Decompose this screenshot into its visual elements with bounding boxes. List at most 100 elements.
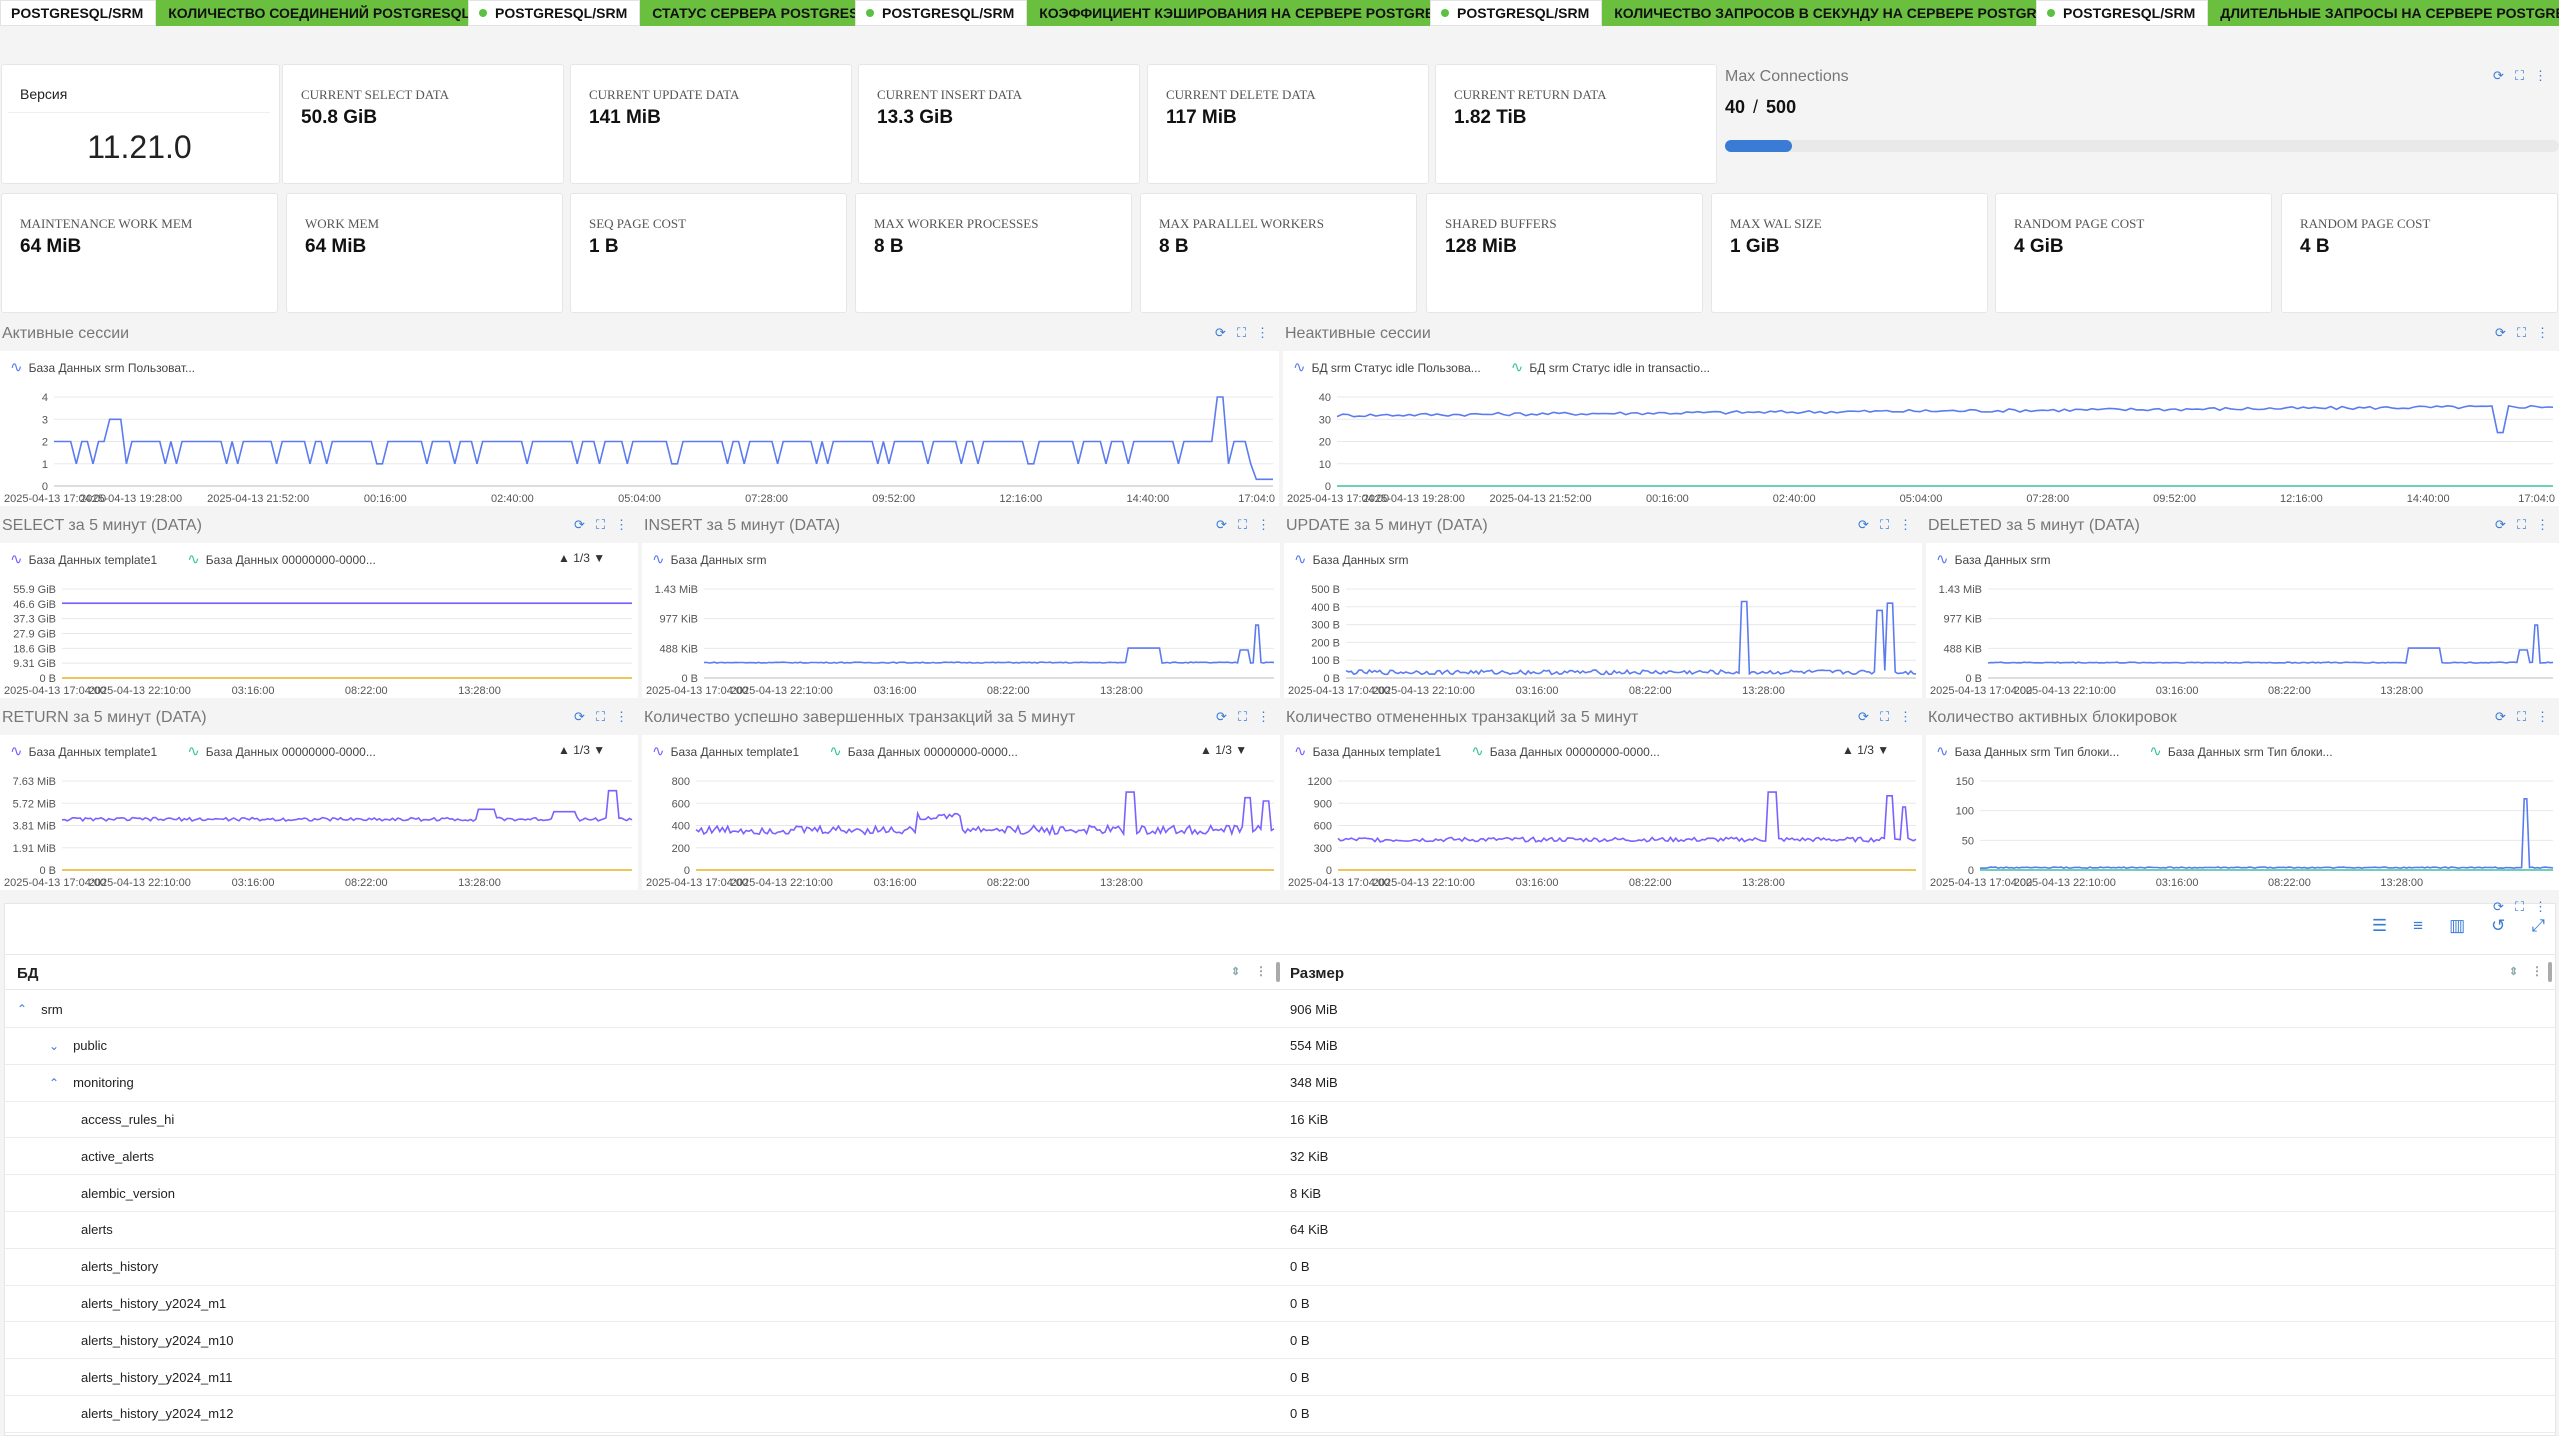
panel-toolbar: ⟳ ⛶ ⋮ xyxy=(1857,518,1912,532)
refresh-icon[interactable]: ⟳ xyxy=(1857,518,1870,532)
fullscreen-icon[interactable]: ⛶ xyxy=(2513,900,2526,914)
more-icon[interactable]: ⋮ xyxy=(1257,518,1270,532)
refresh-icon[interactable]: ⟳ xyxy=(573,710,586,724)
more-icon[interactable]: ⋮ xyxy=(1899,518,1912,532)
more-icon[interactable]: ⋮ xyxy=(1257,710,1270,724)
size-value: 554 MiB xyxy=(1290,1038,1338,1054)
tag-server-status[interactable]: POSTGRESQL/SRM СТАТУС СЕРВЕРА POSTGRESQL xyxy=(468,0,890,26)
table-row[interactable]: alerts_history_y2024_m10 0 B xyxy=(5,1322,2555,1360)
table-row[interactable]: alembic_version 8 KiB xyxy=(5,1175,2555,1212)
db-size-table: ⟳ ⛶ ⋮ ☰ ≡ ▥ ↺ ⤢ БД ⇕ ⋮ Размер ⇕ ⋮ ⌃ srm 906 … xyxy=(4,900,2556,1436)
table-row[interactable]: alerts_history_y2024_m11 0 B xyxy=(5,1359,2555,1396)
table-row[interactable]: alerts_history_y2024_m1 0 B xyxy=(5,1285,2555,1323)
tag-long-queries[interactable]: POSTGRESQL/SRM ДЛИТЕЛЬНЫЕ ЗАПРОСЫ НА СЕР… xyxy=(2036,0,2559,26)
x-tick-label: 08:22:00 xyxy=(1629,877,1672,889)
fullscreen-icon[interactable]: ⛶ xyxy=(2513,69,2526,83)
more-icon[interactable]: ⋮ xyxy=(1256,326,1269,340)
tag-source-label: POSTGRESQL/SRM xyxy=(2063,5,2196,21)
refresh-icon[interactable]: ⟳ xyxy=(2494,518,2507,532)
sort-icon[interactable]: ⇕ xyxy=(2509,965,2518,978)
refresh-icon[interactable]: ⟳ xyxy=(1857,710,1870,724)
column-resize-handle[interactable] xyxy=(2548,962,2552,982)
table-row[interactable]: access_rules_hi 16 KiB xyxy=(5,1101,2555,1139)
align-icon[interactable]: ≡ xyxy=(2413,916,2423,936)
size-value: 0 B xyxy=(1290,1406,1310,1422)
more-icon[interactable]: ⋮ xyxy=(2534,900,2547,914)
x-tick-label: 08:22:00 xyxy=(987,877,1030,889)
panel-toolbar: ⟳ ⛶ ⋮ xyxy=(2492,900,2547,914)
refresh-icon[interactable]: ⟳ xyxy=(1215,710,1228,724)
more-icon[interactable]: ⋮ xyxy=(2534,69,2547,83)
fullscreen-icon[interactable]: ⛶ xyxy=(1236,710,1249,724)
column-menu-icon[interactable]: ⋮ xyxy=(2531,964,2543,978)
more-icon[interactable]: ⋮ xyxy=(2536,518,2549,532)
table-row[interactable]: alerts 64 KiB xyxy=(5,1212,2555,1249)
column-db[interactable]: БД xyxy=(17,955,38,991)
refresh-icon[interactable]: ⟳ xyxy=(573,518,586,532)
more-icon[interactable]: ⋮ xyxy=(2536,326,2549,340)
chart-body: ∿ БД srm Статус idle Пользова... ∿ БД srm С… xyxy=(1283,351,2559,506)
y-tick-label: 600 xyxy=(672,798,690,810)
table-row[interactable]: alerts_history_y2024_m12 0 B xyxy=(5,1396,2555,1433)
reset-icon[interactable]: ↺ xyxy=(2491,916,2505,936)
panel-title: Количество отмененных транзакций за 5 ми… xyxy=(1286,709,1639,726)
chart-svg: 1501005002025-04-13 17:04:002025-04-13 2… xyxy=(1930,776,2554,889)
more-icon[interactable]: ⋮ xyxy=(1899,710,1912,724)
chevron-up-icon[interactable]: ⌃ xyxy=(17,1002,27,1016)
refresh-icon[interactable]: ⟳ xyxy=(1215,518,1228,532)
table-row[interactable]: alerts_history 0 B xyxy=(5,1249,2555,1286)
size-value: 0 B xyxy=(1290,1369,1310,1385)
refresh-icon[interactable]: ⟳ xyxy=(2494,710,2507,724)
table-row[interactable]: ⌃ srm 906 MiB xyxy=(5,991,2555,1028)
y-tick-label: 977 KiB xyxy=(659,614,698,626)
x-tick-label: 08:22:00 xyxy=(2268,685,2311,697)
row-height-icon[interactable]: ☰ xyxy=(2372,916,2387,936)
tag-cache-ratio[interactable]: POSTGRESQL/SRM КОЭФФИЦИЕНТ КЭШИРОВАНИЯ Н… xyxy=(855,0,1476,26)
more-icon[interactable]: ⋮ xyxy=(615,518,628,532)
x-tick-label: 03:16:00 xyxy=(1516,685,1559,697)
fullscreen-icon[interactable]: ⛶ xyxy=(1878,518,1891,532)
stat-label: CURRENT DELETE DATA xyxy=(1166,87,1316,102)
x-tick-label: 2025-04-13 22:10:00 xyxy=(89,877,191,889)
fullscreen-icon[interactable]: ⛶ xyxy=(594,710,607,724)
y-tick-label: 1 xyxy=(42,459,48,471)
more-icon[interactable]: ⋮ xyxy=(615,710,628,724)
column-resize-handle[interactable] xyxy=(1276,962,1280,982)
refresh-icon[interactable]: ⟳ xyxy=(1214,326,1227,340)
table-row[interactable]: ⌃ monitoring 348 MiB xyxy=(5,1065,2555,1102)
fullscreen-icon[interactable]: ⛶ xyxy=(1878,710,1891,724)
tag-metric: ДЛИТЕЛЬНЫЕ ЗАПРОСЫ НА СЕРВЕРЕ POSTGRESQL xyxy=(2208,0,2559,26)
table-row[interactable]: active_alerts 32 KiB xyxy=(5,1138,2555,1176)
refresh-icon[interactable]: ⟳ xyxy=(2494,326,2507,340)
tag-qps[interactable]: POSTGRESQL/SRM КОЛИЧЕСТВО ЗАПРОСОВ В СЕК… xyxy=(1430,0,2087,26)
fullscreen-icon[interactable]: ⛶ xyxy=(594,518,607,532)
chart-panel: SELECT за 5 минут (DATA) ⟳ ⛶ ⋮ ∿ База Данных … xyxy=(0,512,638,698)
tag-connections[interactable]: POSTGRESQL/SRM КОЛИЧЕСТВО СОЕДИНЕНИЙ POS… xyxy=(0,0,483,26)
fullscreen-icon[interactable]: ⛶ xyxy=(1235,326,1248,340)
fullscreen-icon[interactable]: ⛶ xyxy=(1236,518,1249,532)
chevron-up-icon[interactable]: ⌃ xyxy=(49,1076,59,1090)
expand-icon[interactable]: ⤢ xyxy=(2531,916,2545,936)
fullscreen-icon[interactable]: ⛶ xyxy=(2515,518,2528,532)
chart-svg: 120090060030002025-04-13 17:04:002025-04… xyxy=(1288,776,1917,889)
connections-separator: / xyxy=(1753,97,1759,117)
column-size[interactable]: Размер xyxy=(1290,955,1344,991)
chevron-down-icon[interactable]: ⌄ xyxy=(49,1039,59,1053)
x-tick-label: 05:04:00 xyxy=(618,493,661,505)
stat-card-shared-buffers: SHARED BUFFERS 128 MiB xyxy=(1426,193,1703,313)
refresh-icon[interactable]: ⟳ xyxy=(2492,900,2505,914)
y-tick-label: 0 xyxy=(1325,481,1331,493)
chart-svg: 1.43 MiB977 KiB488 KiB0 B2025-04-13 17:0… xyxy=(1930,584,2554,697)
stat-card-random-page-cost-2: RANDOM PAGE COST 4 B xyxy=(2281,193,2558,313)
column-menu-icon[interactable]: ⋮ xyxy=(1255,964,1267,978)
refresh-icon[interactable]: ⟳ xyxy=(2492,69,2505,83)
more-icon[interactable]: ⋮ xyxy=(2536,710,2549,724)
table-row[interactable]: ⌄ public 554 MiB xyxy=(5,1028,2555,1065)
sort-icon[interactable]: ⇕ xyxy=(1231,965,1240,978)
fullscreen-icon[interactable]: ⛶ xyxy=(2515,326,2528,340)
chart-panel: Количество успешно завершенных транзакци… xyxy=(642,704,1280,890)
columns-icon[interactable]: ▥ xyxy=(2449,916,2465,936)
x-tick-label: 2025-04-13 22:10:00 xyxy=(1373,877,1475,889)
panel-toolbar: ⟳ ⛶ ⋮ xyxy=(2492,69,2547,83)
fullscreen-icon[interactable]: ⛶ xyxy=(2515,710,2528,724)
